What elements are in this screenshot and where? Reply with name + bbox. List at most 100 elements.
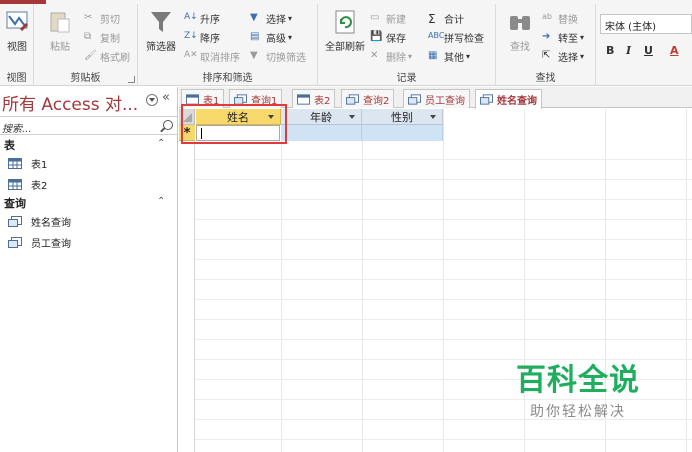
nav-collapse-button[interactable]: «	[162, 90, 170, 105]
watermark-subtitle: 助你轻松解决	[530, 404, 626, 420]
refresh-all-button[interactable]: 全部刷新	[322, 8, 368, 53]
format-painter-button[interactable]: 🖌 格式刷	[84, 48, 130, 65]
view-icon	[6, 11, 29, 32]
brush-icon: 🖌	[84, 50, 97, 61]
grid-line	[179, 279, 692, 280]
advanced-filter-button[interactable]: ▤ 高级 ▾	[250, 29, 292, 46]
sort-ascending-button[interactable]: A↓ 升序	[184, 10, 220, 27]
nav-menu-dropdown-icon[interactable]	[146, 94, 158, 106]
watermark: 百科全说 助你轻松解决	[493, 355, 663, 425]
spelling-button[interactable]: ABC 拼写检查	[428, 29, 484, 46]
sigma-icon: Σ	[428, 12, 436, 26]
nav-section-queries[interactable]: 查询	[4, 195, 26, 211]
replace-button[interactable]: ab 替换	[542, 10, 578, 27]
record-selector-column	[179, 109, 195, 452]
query-icon	[408, 93, 421, 105]
navigation-pane: 所有 Access 对... « 表 ⌃ 表1 表2 查询 ⌃ 姓名查询 员工查…	[0, 87, 178, 452]
font-name-select[interactable]: 宋体 (主体)	[600, 14, 692, 34]
query-icon	[8, 215, 22, 227]
grid-line	[179, 299, 692, 300]
chevron-down-icon: ▾	[580, 33, 585, 42]
sort-filter-group: 筛选器 A↓ 升序 Z↓ 降序 A✕ 取消排序 ▼ 选择 ▾ ▤ 高级 ▾ ▼ 切换筛选 排序和…	[138, 4, 318, 86]
grid-line	[179, 239, 692, 240]
italic-button[interactable]: I	[626, 44, 631, 57]
table-icon	[186, 93, 199, 105]
find-button[interactable]: 查找	[498, 8, 542, 53]
chevron-down-icon: ▾	[288, 14, 293, 23]
chevron-down-icon[interactable]	[430, 115, 436, 119]
more-button[interactable]: ▦ 其他 ▾	[428, 48, 470, 65]
sort-ascending-icon: A↓	[184, 12, 198, 22]
new-record-icon: ▭	[370, 12, 380, 23]
table-icon	[8, 178, 22, 190]
annotation-highlight-box	[181, 104, 287, 144]
ribbon: 视图 视图 粘贴 ✂ 剪切 ⧉ 复制 🖌 格式刷 剪贴板 筛选器 A↓ 升序 Z↓ 降序	[0, 0, 692, 86]
tab-query2[interactable]: 查询2	[341, 89, 395, 108]
cut-button[interactable]: ✂ 剪切	[84, 10, 120, 27]
chevron-down-icon: ▾	[466, 52, 471, 61]
font-color-button[interactable]: A	[670, 44, 679, 57]
gender-cell[interactable]	[362, 125, 443, 141]
remove-sort-icon: A✕	[184, 50, 198, 60]
grid-line	[362, 109, 363, 452]
chevron-down-icon: ▾	[580, 52, 585, 61]
chevron-down-icon[interactable]	[349, 115, 355, 119]
grid-line	[179, 319, 692, 320]
nav-section-tables[interactable]: 表	[4, 137, 15, 153]
replace-icon: ab	[542, 12, 552, 21]
nav-item-table1[interactable]: 表1	[8, 155, 47, 171]
tab-employee-query[interactable]: 员工查询	[403, 89, 470, 108]
nav-item-employee-query[interactable]: 员工查询	[8, 234, 71, 250]
selection-filter-button[interactable]: ▼ 选择 ▾	[250, 10, 292, 27]
grid-line	[179, 179, 692, 180]
chevron-down-icon: ▾	[408, 52, 413, 61]
query-icon	[346, 93, 359, 105]
grid-line	[686, 109, 687, 452]
binoculars-icon	[510, 16, 530, 30]
grid-line	[179, 219, 692, 220]
tab-table2[interactable]: 表2	[292, 89, 336, 108]
clipboard-group-label: 剪贴板	[70, 73, 101, 84]
select-button[interactable]: ⇱ 选择 ▾	[542, 48, 584, 65]
nav-item-table2[interactable]: 表2	[8, 176, 47, 192]
copy-button[interactable]: ⧉ 复制	[84, 29, 120, 46]
totals-button[interactable]: Σ 合计	[428, 10, 464, 27]
records-group-label: 记录	[396, 73, 417, 84]
bold-button[interactable]: B	[606, 44, 614, 57]
query-icon	[480, 94, 493, 105]
scissors-icon: ✂	[84, 12, 93, 23]
find-group-label: 查找	[535, 73, 556, 84]
column-header-age[interactable]: 年龄	[281, 109, 362, 125]
grid-line	[179, 159, 692, 160]
save-record-button[interactable]: 💾 保存	[370, 29, 406, 46]
views-group: 视图 视图	[0, 4, 34, 86]
table-icon	[297, 93, 310, 105]
arrow-right-icon: ➔	[542, 31, 551, 42]
nav-search-input[interactable]	[0, 121, 150, 138]
find-group: 查找 ab 替换 ➔ 转至 ▾ ⇱ 选择 ▾ 查找	[496, 4, 596, 86]
goto-button[interactable]: ➔ 转至 ▾	[542, 29, 584, 46]
sort-descending-button[interactable]: Z↓ 降序	[184, 29, 220, 46]
column-header-gender[interactable]: 性别	[362, 109, 443, 125]
spelling-icon: ABC	[428, 31, 445, 40]
records-group: 全部刷新 ▭ 新建 💾 保存 ✕ 删除 ▾ Σ 合计 ABC 拼写检查 ▦ 其他 ▾ 记录	[318, 4, 496, 86]
collapse-section-icon[interactable]: ⌃	[157, 196, 165, 207]
delete-record-button[interactable]: ✕ 删除 ▾	[370, 48, 412, 65]
filter-button[interactable]: 筛选器	[140, 8, 182, 53]
clipboard-group: 粘贴 ✂ 剪切 ⧉ 复制 🖌 格式刷 剪贴板	[34, 4, 138, 86]
underline-button[interactable]: U	[644, 44, 653, 57]
paste-button[interactable]: 粘贴	[40, 8, 80, 53]
view-button[interactable]: 视图	[0, 8, 37, 53]
nav-search	[0, 116, 177, 138]
collapse-section-icon[interactable]: ⌃	[157, 138, 165, 149]
tab-name-query[interactable]: 姓名查询	[475, 89, 542, 109]
toggle-filter-button[interactable]: ▼ 切换筛选	[250, 48, 306, 65]
search-icon[interactable]	[163, 120, 173, 130]
nav-item-name-query[interactable]: 姓名查询	[8, 213, 71, 229]
age-cell[interactable]	[281, 125, 362, 141]
views-group-label: 视图	[6, 73, 27, 84]
grid-line	[179, 339, 692, 340]
new-record-button[interactable]: ▭ 新建	[370, 10, 406, 27]
clipboard-dialog-launcher[interactable]	[128, 76, 135, 83]
remove-sort-button[interactable]: A✕ 取消排序	[184, 48, 240, 65]
